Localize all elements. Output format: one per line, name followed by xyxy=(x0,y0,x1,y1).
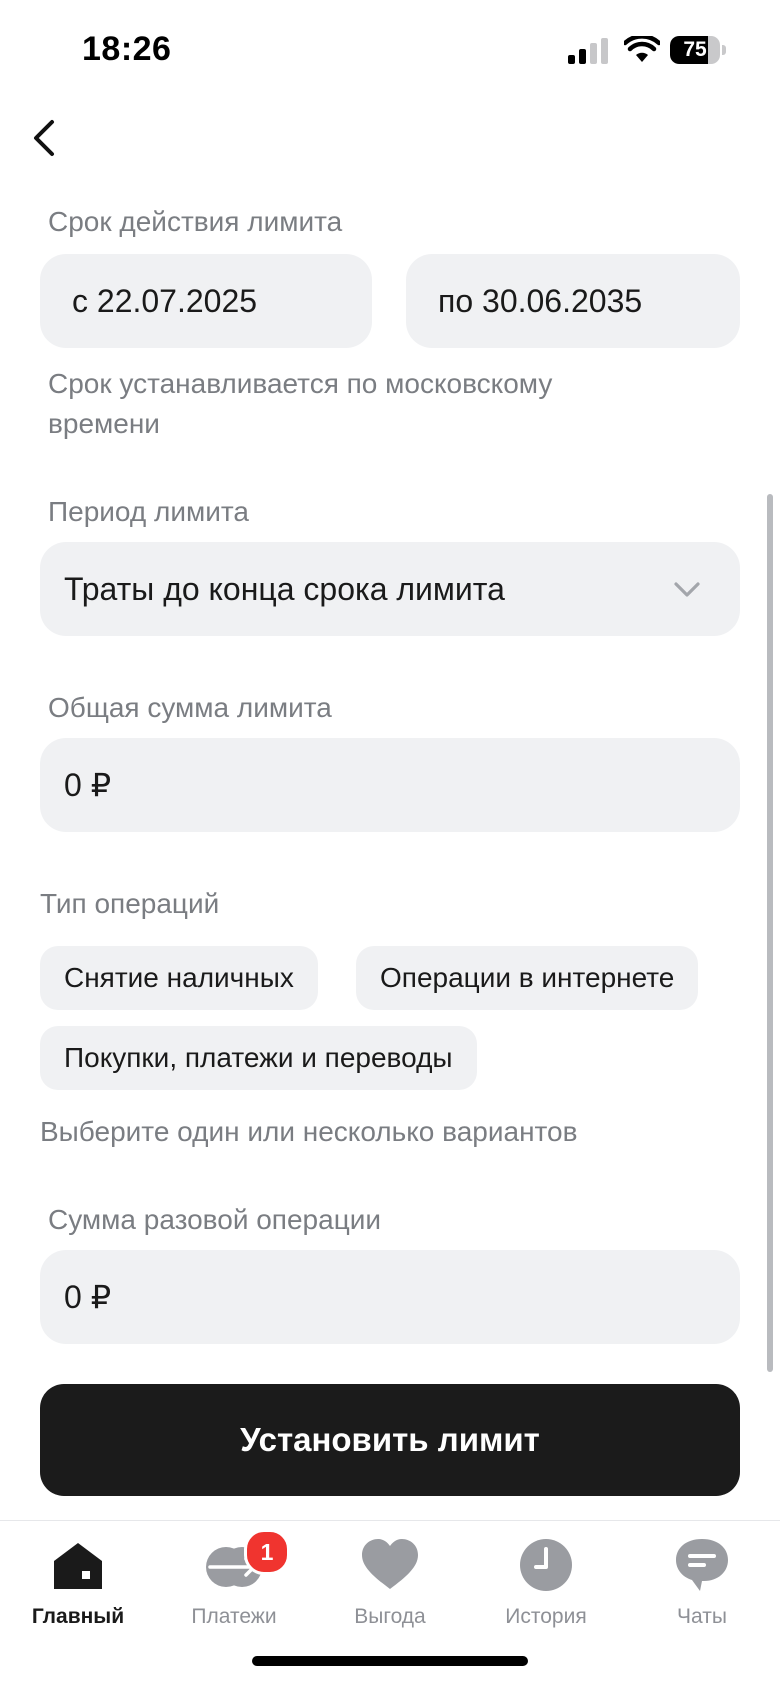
single-amount-label: Сумма разовой операции xyxy=(48,1204,382,1235)
tab-chats-label: Чаты xyxy=(677,1605,727,1628)
scrollbar[interactable] xyxy=(767,494,773,1372)
tab-chats[interactable]: Чаты xyxy=(624,1521,780,1641)
cellular-signal-icon xyxy=(568,38,608,64)
tab-history[interactable]: История xyxy=(468,1521,624,1641)
set-limit-button[interactable]: Установить лимит xyxy=(40,1384,740,1496)
tab-history-label: История xyxy=(505,1605,587,1628)
tab-benefits[interactable]: Выгода xyxy=(312,1521,468,1641)
tab-payments-label: Платежи xyxy=(191,1605,277,1628)
period-select[interactable]: Траты до конца срока лимита xyxy=(40,542,740,636)
tab-home-label: Главный xyxy=(31,1605,125,1628)
home-indicator xyxy=(252,1656,528,1666)
heart-icon xyxy=(362,1539,418,1589)
operation-types-label: Тип операций xyxy=(40,888,220,919)
validity-label: Срок действия лимита xyxy=(48,206,343,237)
status-time: 18:26 xyxy=(82,30,172,68)
single-amount-input[interactable]: 0 ₽ xyxy=(40,1250,740,1344)
chip-purchases-payments-transfers[interactable]: Покупки, платежи и переводы xyxy=(40,1026,477,1090)
date-to-field[interactable]: по 30.06.2035 xyxy=(406,254,740,348)
payments-badge: 1 xyxy=(244,1529,290,1575)
chat-icon xyxy=(676,1539,728,1591)
chevron-down-icon xyxy=(674,582,700,597)
total-amount-label: Общая сумма лимита xyxy=(48,692,332,723)
single-amount-value: 0 ₽ xyxy=(64,1279,112,1315)
operation-types-hint: Выберите один или несколько вариантов xyxy=(40,1116,578,1147)
period-selected-value: Траты до конца срока лимита xyxy=(64,571,505,607)
tab-payments[interactable]: 1 Платежи xyxy=(156,1521,312,1641)
date-to-value: по 30.06.2035 xyxy=(438,283,643,319)
total-amount-value: 0 ₽ xyxy=(64,767,112,803)
total-amount-input[interactable]: 0 ₽ xyxy=(40,738,740,832)
battery-icon: 75 xyxy=(670,36,726,64)
back-button[interactable] xyxy=(16,108,76,168)
home-icon xyxy=(54,1543,102,1589)
chevron-left-icon xyxy=(34,120,54,156)
wifi-icon xyxy=(624,36,660,62)
date-from-value: с 22.07.2025 xyxy=(72,283,258,319)
battery-percent: 75 xyxy=(683,38,707,61)
tab-benefits-label: Выгода xyxy=(354,1605,426,1628)
date-from-field[interactable]: с 22.07.2025 xyxy=(40,254,372,348)
chip-online-operations[interactable]: Операции в интернете xyxy=(356,946,699,1010)
period-label: Период лимита xyxy=(48,496,249,527)
timezone-hint: Срок устанавливается по московскому врем… xyxy=(48,368,553,439)
chip-cash-withdrawal[interactable]: Снятие наличных xyxy=(40,946,318,1010)
tab-home[interactable]: Главный xyxy=(0,1521,156,1641)
clock-icon xyxy=(520,1539,572,1591)
status-bar: 18:26 75 xyxy=(0,0,780,100)
